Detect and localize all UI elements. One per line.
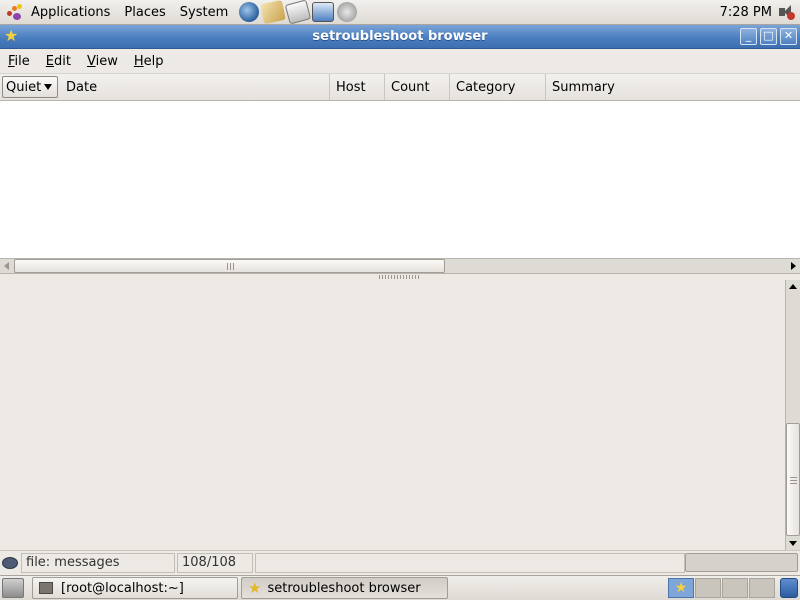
workspace-1[interactable]: ★ bbox=[668, 578, 694, 598]
statusbar: file: messages 108/108 bbox=[0, 550, 800, 574]
maximize-button[interactable]: □ bbox=[760, 28, 777, 45]
pane-resize-handle[interactable] bbox=[379, 275, 419, 279]
show-desktop-icon[interactable] bbox=[2, 578, 24, 598]
trash-icon[interactable] bbox=[780, 578, 798, 598]
places-menu[interactable]: Places bbox=[117, 0, 172, 25]
taskbar-item-label: setroubleshoot browser bbox=[267, 580, 421, 596]
maximize-icon: □ bbox=[763, 29, 774, 42]
quiet-filter-label: Quiet bbox=[6, 79, 42, 95]
scroll-left-icon[interactable] bbox=[0, 259, 14, 273]
taskbar-item-label: [root@localhost:~] bbox=[61, 580, 184, 596]
window-title: setroubleshoot browser bbox=[312, 29, 488, 44]
help-icon[interactable] bbox=[337, 2, 358, 22]
star-icon: ★ bbox=[248, 579, 262, 597]
status-message bbox=[255, 552, 685, 573]
vertical-scroll-thumb[interactable] bbox=[786, 423, 800, 536]
menu-help-label: Help bbox=[133, 53, 164, 69]
email-icon[interactable] bbox=[260, 0, 287, 25]
column-header-date[interactable]: Date bbox=[60, 74, 330, 100]
window-titlebar[interactable]: ★ setroubleshoot browser _ □ ✕ bbox=[0, 25, 800, 49]
menu-file[interactable]: File bbox=[0, 49, 38, 74]
status-count: 108/108 bbox=[177, 552, 253, 573]
scroll-down-icon[interactable] bbox=[786, 536, 800, 550]
star-icon[interactable]: ★ bbox=[4, 28, 20, 44]
workspace-2[interactable] bbox=[695, 578, 721, 598]
column-header-host[interactable]: Host bbox=[330, 74, 385, 100]
menubar: File Edit View Help bbox=[0, 49, 800, 74]
volume-icon[interactable] bbox=[778, 3, 795, 21]
workspace-4[interactable] bbox=[749, 578, 775, 598]
minimize-icon: _ bbox=[745, 29, 752, 42]
disk-icon bbox=[2, 556, 18, 569]
quiet-filter-dropdown[interactable]: Quiet bbox=[2, 76, 58, 98]
column-header-category[interactable]: Category bbox=[450, 74, 546, 100]
top-panel: Applications Places System 7:28 PM bbox=[0, 0, 800, 25]
text-editor-icon[interactable] bbox=[285, 0, 312, 25]
status-file: file: messages bbox=[21, 552, 175, 573]
menu-help[interactable]: Help bbox=[126, 49, 172, 74]
horizontal-scroll-thumb[interactable] bbox=[14, 259, 445, 273]
web-browser-icon[interactable] bbox=[239, 2, 260, 22]
column-header-count[interactable]: Count bbox=[385, 74, 450, 100]
applications-menu[interactable]: Applications bbox=[24, 0, 117, 25]
status-progress-bar bbox=[685, 553, 798, 572]
alert-list-header: Quiet Date Host Count Category Summary bbox=[0, 74, 800, 101]
scroll-up-icon[interactable] bbox=[786, 280, 800, 294]
close-button[interactable]: ✕ bbox=[780, 28, 797, 45]
alert-details-pane bbox=[0, 280, 785, 550]
menu-file-label: File bbox=[8, 53, 30, 69]
menu-edit[interactable]: Edit bbox=[38, 49, 79, 74]
minimize-button[interactable]: _ bbox=[740, 28, 757, 45]
bottom-panel: [root@localhost:~] ★ setroubleshoot brow… bbox=[0, 575, 800, 600]
gnome-foot-icon[interactable] bbox=[6, 3, 24, 21]
dropdown-arrow-icon bbox=[44, 84, 52, 90]
column-header-summary[interactable]: Summary bbox=[546, 74, 800, 100]
system-menu[interactable]: System bbox=[173, 0, 235, 25]
scroll-right-icon[interactable] bbox=[786, 259, 800, 273]
grip-icon bbox=[227, 263, 235, 270]
taskbar-item-setroubleshoot[interactable]: ★ setroubleshoot browser bbox=[241, 577, 448, 599]
alert-list[interactable] bbox=[0, 101, 800, 258]
workspace-3[interactable] bbox=[722, 578, 748, 598]
menu-edit-label: Edit bbox=[45, 53, 71, 69]
horizontal-scrollbar[interactable] bbox=[0, 258, 800, 274]
menu-view-label: View bbox=[86, 53, 118, 69]
taskbar-item-terminal[interactable]: [root@localhost:~] bbox=[32, 577, 238, 599]
vertical-scrollbar[interactable] bbox=[785, 280, 800, 550]
grip-icon bbox=[790, 476, 797, 484]
menu-view[interactable]: View bbox=[79, 49, 126, 74]
close-icon: ✕ bbox=[783, 29, 794, 42]
terminal-icon bbox=[39, 582, 53, 594]
presentation-icon[interactable] bbox=[312, 2, 335, 22]
panel-clock[interactable]: 7:28 PM bbox=[720, 5, 778, 20]
